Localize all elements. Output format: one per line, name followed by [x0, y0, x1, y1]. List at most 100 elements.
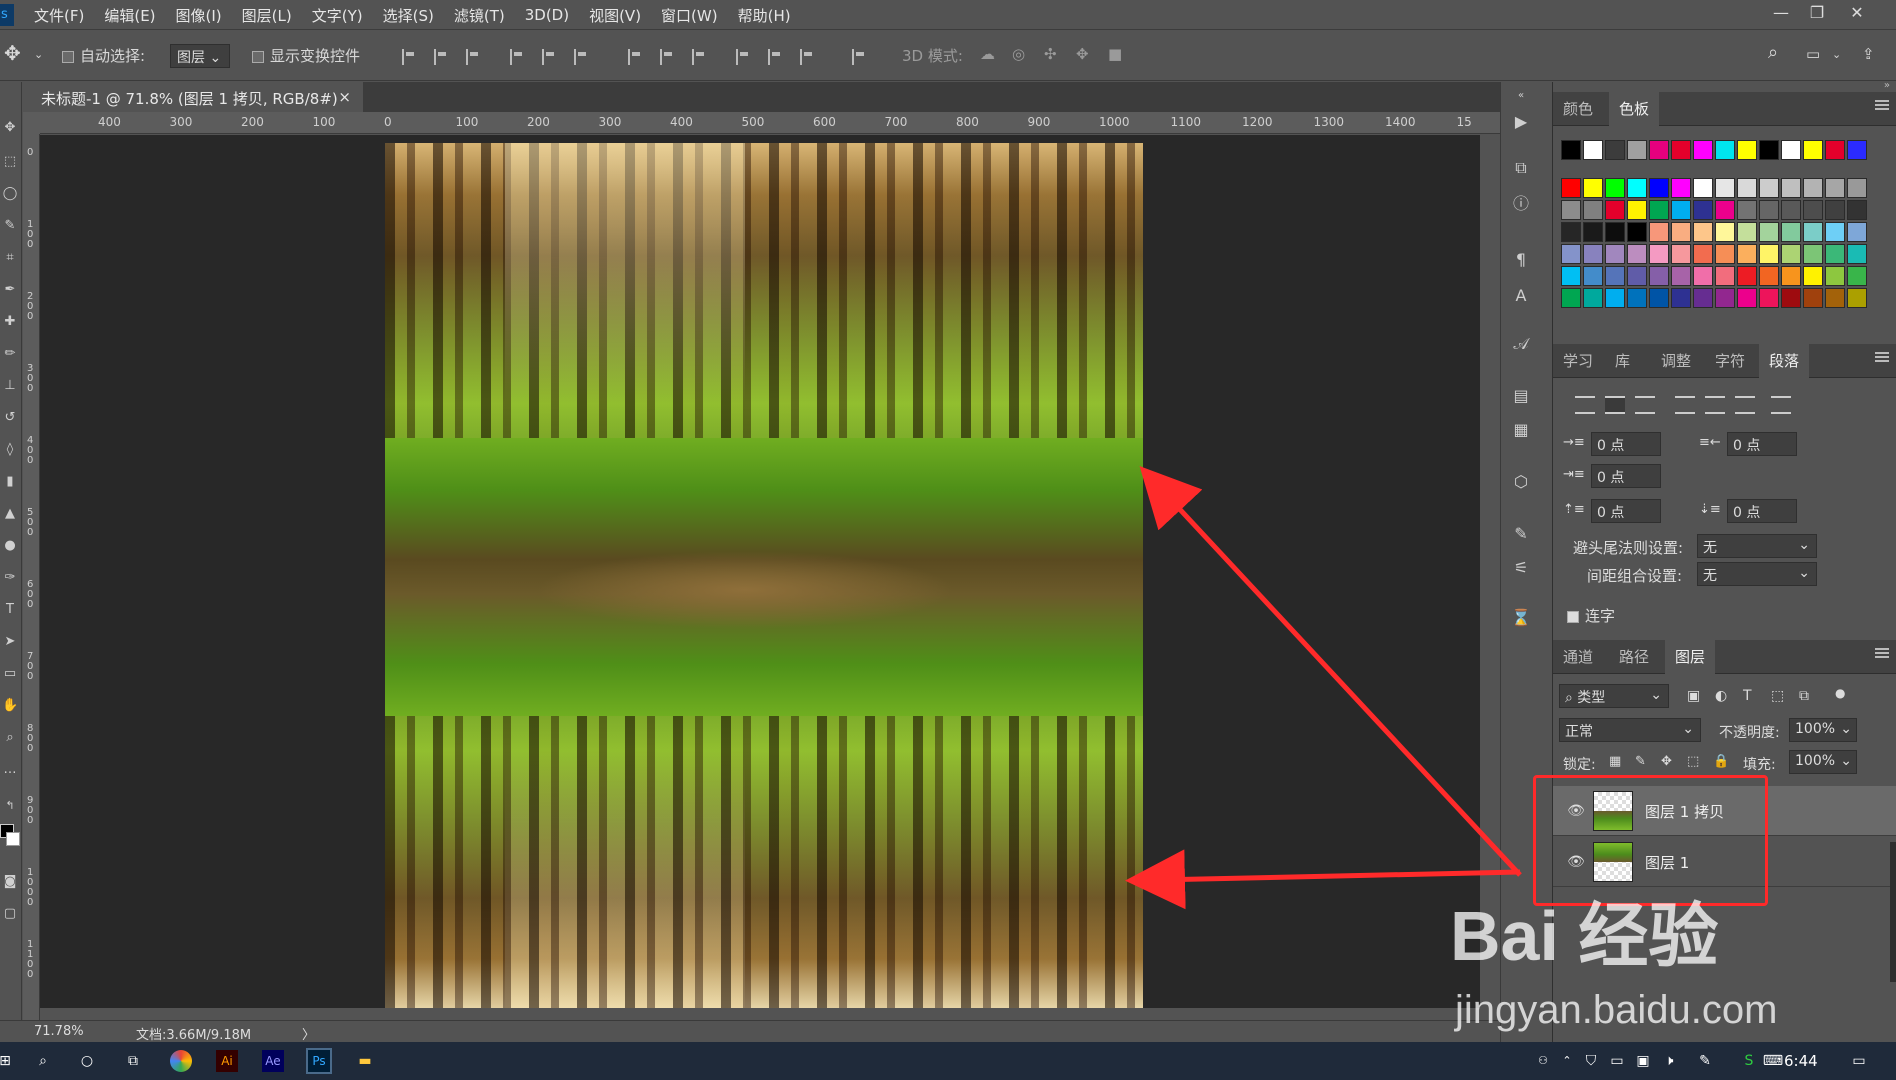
swatch[interactable] [1605, 266, 1625, 286]
menu-type[interactable]: 文字(Y) [312, 5, 363, 26]
after-effects-icon[interactable]: Ae [262, 1050, 284, 1072]
forest-reflection-image[interactable] [385, 143, 1143, 1011]
3d-orbit-icon[interactable]: ☁ [980, 45, 995, 63]
swatch[interactable] [1825, 140, 1845, 160]
swatch[interactable] [1759, 222, 1779, 242]
swatch[interactable] [1561, 244, 1581, 264]
align-right-icon[interactable] [574, 49, 588, 65]
swatch[interactable] [1825, 288, 1845, 308]
lock-transparent-icon[interactable]: ▦ [1609, 754, 1621, 769]
swatch[interactable] [1781, 266, 1801, 286]
filter-toggle-icon[interactable]: ● [1835, 686, 1845, 700]
menu-select[interactable]: 选择(S) [383, 5, 434, 26]
eraser-icon[interactable]: ◊ [2, 442, 18, 458]
gradient-icon[interactable]: ▮ [2, 474, 18, 490]
space-after-field[interactable]: 0 点 [1727, 499, 1797, 523]
tool-preset-chevron-icon[interactable]: ⌄ [34, 48, 43, 61]
swatch[interactable] [1649, 178, 1669, 198]
align-bottom-icon[interactable] [466, 49, 480, 65]
swatch[interactable] [1583, 288, 1603, 308]
lock-artboard-icon[interactable]: ⬚ [1687, 754, 1699, 769]
blur-icon[interactable]: ▲ [2, 506, 18, 522]
vertical-scrollbar[interactable] [1482, 135, 1500, 1008]
tab-learn[interactable]: 学习 [1553, 344, 1603, 378]
tab-adjustments[interactable]: 调整 [1651, 344, 1701, 378]
distribute-hcenter-icon[interactable] [768, 49, 782, 65]
swatch[interactable] [1847, 222, 1867, 242]
tab-swatches[interactable]: 色板 [1609, 92, 1660, 126]
move-tool-icon[interactable]: ✥ [4, 41, 21, 65]
more-tools-icon[interactable]: … [2, 762, 18, 778]
collapse-dock-icon[interactable]: « [1511, 86, 1531, 106]
filter-adjustment-icon[interactable]: ◐ [1715, 688, 1727, 704]
glyphs-icon[interactable]: 𝒜 [1511, 334, 1531, 354]
fill-field[interactable]: 100% ⌄ [1789, 750, 1857, 774]
swatch[interactable] [1583, 222, 1603, 242]
swatch[interactable] [1583, 200, 1603, 220]
swatch[interactable] [1715, 222, 1735, 242]
3d-cube-icon[interactable]: ⬡ [1511, 472, 1531, 492]
lock-position-icon[interactable]: ✥ [1661, 754, 1672, 769]
background-color-swatch[interactable] [6, 832, 20, 846]
swatch[interactable] [1847, 178, 1867, 198]
tray-people-icon[interactable]: ⚇ [1532, 1050, 1554, 1072]
lasso-icon[interactable]: ◯ [2, 186, 18, 202]
healing-brush-icon[interactable]: ✚ [2, 314, 18, 330]
swatch[interactable] [1737, 140, 1757, 160]
menu-file[interactable]: 文件(F) [34, 5, 84, 26]
filter-type-icon[interactable]: T [1743, 688, 1752, 704]
pen-icon[interactable]: ✑ [2, 570, 18, 586]
swatch[interactable] [1627, 200, 1647, 220]
menu-image[interactable]: 图像(I) [176, 5, 222, 26]
tray-battery-icon[interactable]: ▭ [1606, 1050, 1628, 1072]
collapse-panels-icon[interactable]: » [1884, 80, 1890, 91]
swatch[interactable] [1649, 200, 1669, 220]
brush-icon[interactable]: ✏ [2, 346, 18, 362]
properties-icon[interactable]: ▤ [1511, 386, 1531, 406]
minimize-icon[interactable]: — [1764, 0, 1798, 28]
swatch[interactable] [1715, 266, 1735, 286]
swatch[interactable] [1649, 266, 1669, 286]
swatch[interactable] [1737, 222, 1757, 242]
clone-stamp-icon[interactable]: ⊥ [2, 378, 18, 394]
info-icon[interactable]: ⓘ [1511, 194, 1531, 214]
swatch[interactable] [1715, 200, 1735, 220]
swatch[interactable] [1583, 140, 1603, 160]
filter-pixel-icon[interactable]: ▣ [1687, 688, 1700, 704]
history-icon[interactable]: ⌛ [1511, 608, 1531, 628]
move-icon[interactable]: ✥ [2, 120, 18, 136]
swatch[interactable] [1825, 200, 1845, 220]
eyedropper-icon[interactable]: ✒ [2, 282, 18, 298]
swatch[interactable] [1759, 288, 1779, 308]
swatch[interactable] [1781, 222, 1801, 242]
swatch[interactable] [1803, 244, 1823, 264]
swatch[interactable] [1803, 266, 1823, 286]
tray-volume-icon[interactable]: 🕨 [1658, 1050, 1680, 1072]
menu-3d[interactable]: 3D(D) [525, 6, 569, 24]
marquee-icon[interactable]: ⬚ [2, 154, 18, 170]
swatch[interactable] [1803, 222, 1823, 242]
swatch[interactable] [1605, 288, 1625, 308]
swatch[interactable] [1671, 222, 1691, 242]
close-window-icon[interactable]: ✕ [1840, 0, 1874, 28]
swatch[interactable] [1649, 222, 1669, 242]
task-view-icon[interactable]: ⧉ [122, 1050, 144, 1072]
swatch[interactable] [1561, 200, 1581, 220]
swatch[interactable] [1605, 244, 1625, 264]
tray-app-icon[interactable]: S [1738, 1050, 1760, 1072]
swatch[interactable] [1825, 222, 1845, 242]
swatch[interactable] [1693, 178, 1713, 198]
menu-layer[interactable]: 图层(L) [242, 5, 292, 26]
character-icon[interactable]: A [1511, 286, 1531, 306]
tray-network-icon[interactable]: ▣ [1632, 1050, 1654, 1072]
layers-menu-icon[interactable] [1875, 648, 1889, 658]
tab-library[interactable]: 库 [1605, 344, 1640, 378]
tab-color[interactable]: 颜色 [1553, 92, 1603, 126]
swatch[interactable] [1693, 288, 1713, 308]
distribute-right-icon[interactable] [800, 49, 814, 65]
swatch[interactable] [1737, 200, 1757, 220]
swatch[interactable] [1693, 140, 1713, 160]
swatch[interactable] [1561, 288, 1581, 308]
swatch[interactable] [1847, 288, 1867, 308]
3d-pan-icon[interactable]: ✣ [1044, 45, 1057, 63]
